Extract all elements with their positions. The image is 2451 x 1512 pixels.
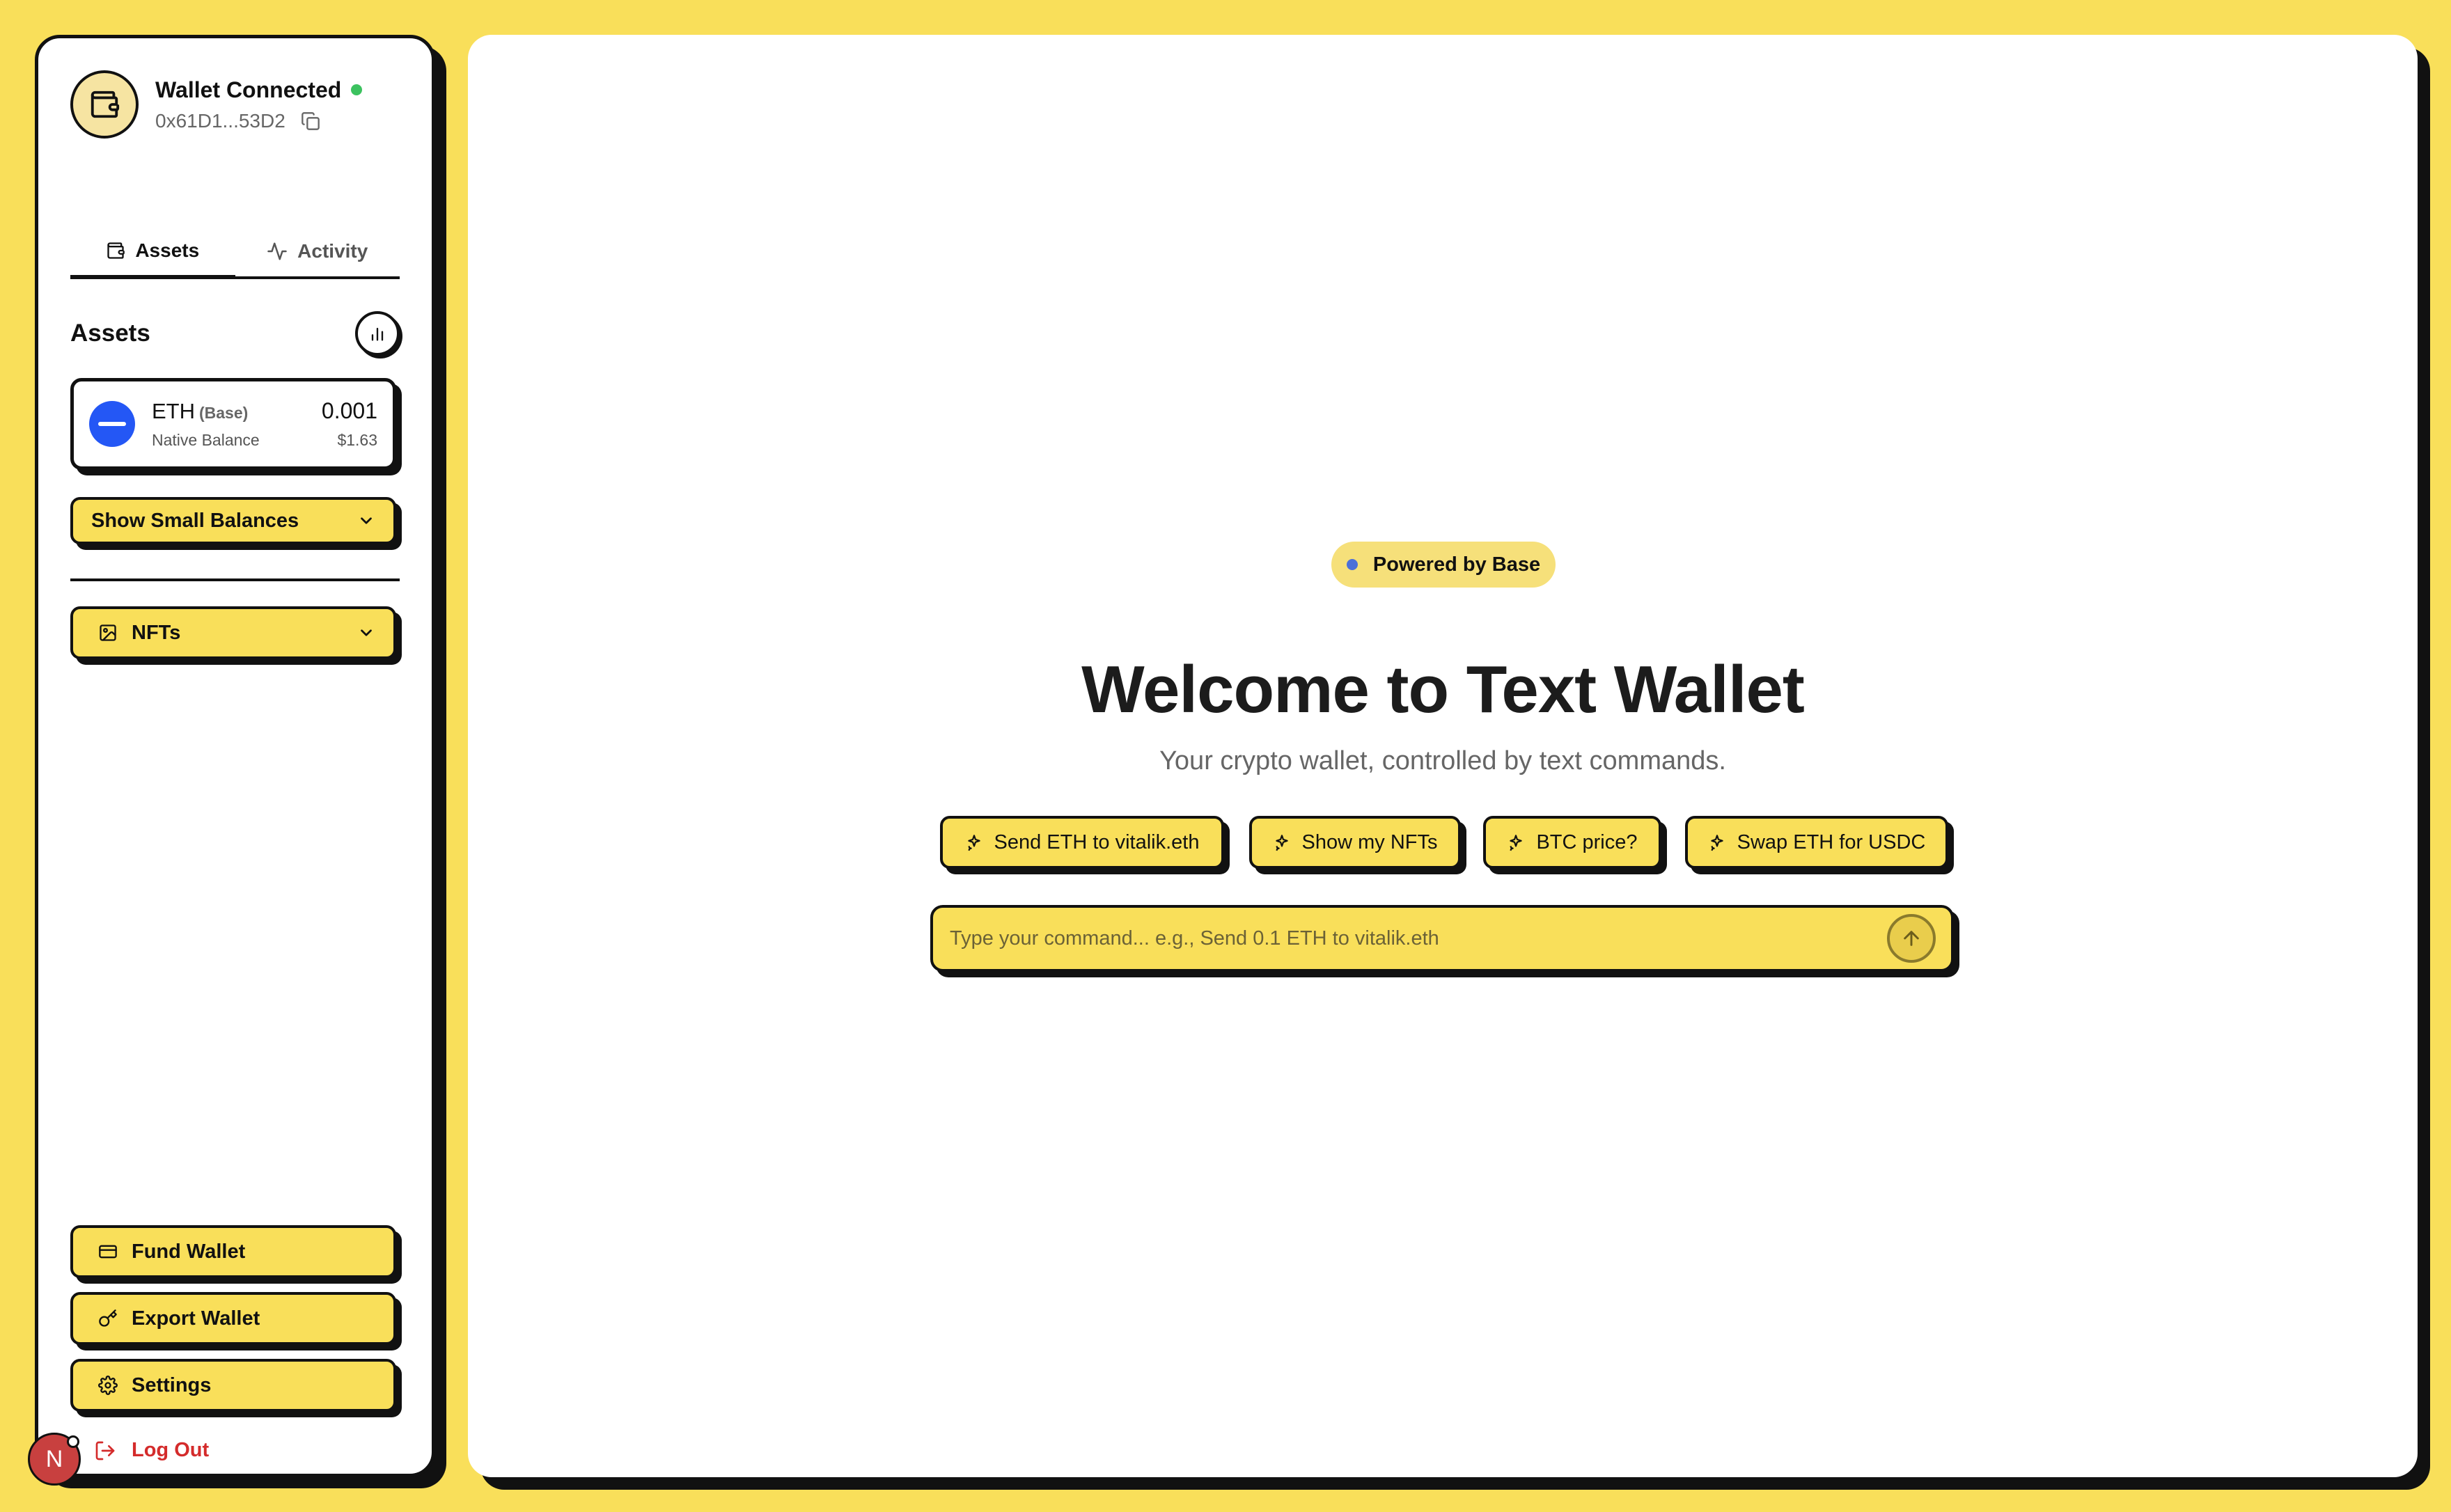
log-out-icon bbox=[94, 1440, 116, 1462]
command-bar bbox=[930, 905, 1954, 972]
chevron-down-icon bbox=[357, 624, 375, 642]
copy-icon[interactable] bbox=[301, 111, 320, 131]
main-panel: Powered by Base Welcome to Text Wallet Y… bbox=[468, 35, 2418, 1477]
wallet-header: Wallet Connected 0x61D1...53D2 bbox=[70, 70, 363, 139]
sparkle-icon bbox=[1273, 833, 1291, 851]
sidebar-divider bbox=[70, 578, 400, 581]
sidebar: Wallet Connected 0x61D1...53D2 Assets Ac… bbox=[35, 35, 435, 1477]
arrow-up-icon bbox=[1900, 927, 1923, 950]
key-icon bbox=[98, 1309, 118, 1328]
wallet-icon bbox=[106, 241, 125, 260]
wallet-icon bbox=[70, 70, 139, 139]
suggestion-btc-price[interactable]: BTC price? bbox=[1483, 816, 1661, 869]
asset-symbol: ETH bbox=[152, 398, 195, 423]
sparkle-icon bbox=[1507, 833, 1525, 851]
settings-button[interactable]: Settings bbox=[70, 1359, 396, 1412]
tab-activity-label: Activity bbox=[297, 240, 368, 262]
sparkle-icon bbox=[965, 833, 983, 851]
tab-assets-label: Assets bbox=[135, 239, 200, 261]
asset-chain: (Base) bbox=[199, 403, 249, 422]
wallet-address: 0x61D1...53D2 bbox=[155, 109, 285, 132]
credit-card-icon bbox=[98, 1242, 118, 1261]
log-out-button[interactable]: Log Out bbox=[94, 1439, 209, 1462]
tab-assets[interactable]: Assets bbox=[70, 226, 235, 279]
export-wallet-button[interactable]: Export Wallet bbox=[70, 1292, 396, 1345]
command-input[interactable] bbox=[950, 927, 1887, 950]
bar-chart-icon bbox=[368, 324, 387, 343]
powered-by-label: Powered by Base bbox=[1372, 553, 1541, 576]
suggestion-label: Show my NFTs bbox=[1301, 830, 1438, 853]
suggestion-send-eth[interactable]: Send ETH to vitalik.eth bbox=[940, 816, 1224, 869]
asset-subtitle: Native Balance bbox=[152, 430, 260, 449]
base-dot-icon bbox=[1346, 559, 1358, 570]
assets-heading: Assets bbox=[70, 320, 150, 347]
dev-tools-indicator-dot bbox=[67, 1435, 79, 1448]
chart-button[interactable] bbox=[355, 311, 400, 356]
log-out-label: Log Out bbox=[132, 1439, 210, 1461]
suggestion-label: BTC price? bbox=[1536, 830, 1638, 853]
image-icon bbox=[98, 623, 118, 643]
asset-amount: 0.001 bbox=[321, 398, 377, 423]
fund-wallet-label: Fund Wallet bbox=[132, 1240, 246, 1263]
wallet-status-title: Wallet Connected bbox=[155, 77, 342, 102]
suggestion-label: Send ETH to vitalik.eth bbox=[994, 830, 1200, 853]
suggestion-label: Swap ETH for USDC bbox=[1737, 830, 1926, 853]
activity-icon bbox=[267, 241, 288, 262]
sparkle-icon bbox=[1708, 833, 1726, 851]
show-small-balances-label: Show Small Balances bbox=[91, 509, 299, 532]
export-wallet-label: Export Wallet bbox=[132, 1307, 260, 1330]
page-subtitle: Your crypto wallet, controlled by text c… bbox=[1159, 746, 1726, 775]
tab-activity[interactable]: Activity bbox=[235, 226, 400, 276]
nfts-dropdown[interactable]: NFTs bbox=[70, 606, 396, 659]
chevron-down-icon bbox=[357, 512, 375, 530]
settings-label: Settings bbox=[132, 1373, 212, 1396]
show-small-balances-button[interactable]: Show Small Balances bbox=[70, 497, 396, 544]
eth-base-icon bbox=[89, 401, 135, 447]
asset-card-eth[interactable]: ETH (Base) Native Balance 0.001 $1.63 bbox=[70, 378, 396, 470]
asset-usd-value: $1.63 bbox=[337, 431, 377, 449]
page-title: Welcome to Text Wallet bbox=[1081, 652, 1805, 727]
fund-wallet-button[interactable]: Fund Wallet bbox=[70, 1225, 396, 1278]
suggestion-swap-eth[interactable]: Swap ETH for USDC bbox=[1685, 816, 1948, 869]
powered-by-badge: Powered by Base bbox=[1331, 542, 1556, 588]
online-status-dot bbox=[351, 84, 363, 95]
send-button[interactable] bbox=[1887, 914, 1936, 963]
nfts-label: NFTs bbox=[132, 621, 181, 644]
suggestion-show-nfts[interactable]: Show my NFTs bbox=[1249, 816, 1461, 869]
gear-icon bbox=[98, 1376, 118, 1395]
sidebar-tabs: Assets Activity bbox=[70, 226, 400, 279]
